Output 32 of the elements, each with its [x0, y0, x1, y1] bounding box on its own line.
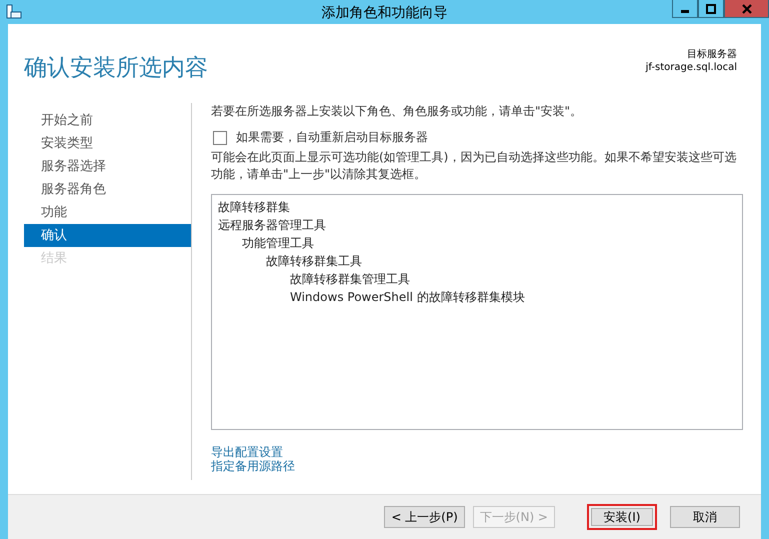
minimize-button[interactable] [672, 0, 698, 18]
link[interactable]: 导出配置设置 [211, 445, 283, 459]
restart-label: 如果需要，自动重新启动目标服务器 [236, 129, 428, 146]
server-icon [6, 4, 22, 20]
page-title: 确认安装所选内容 [24, 54, 208, 83]
window-title: 添加角色和功能向导 [320, 4, 448, 22]
feature-item: 远程服务器管理工具 [218, 217, 327, 234]
close-button[interactable] [724, 0, 769, 18]
wizard-step[interactable]: 服务器选择 [24, 155, 191, 178]
maximize-icon [706, 4, 716, 14]
target-server-name: jf-storage.sql.local [646, 61, 737, 74]
feature-item: 故障转移群集 [218, 199, 291, 216]
minimize-icon [681, 10, 689, 13]
link[interactable]: 指定备用源路径 [211, 459, 295, 473]
restart-checkbox[interactable] [213, 130, 227, 144]
wizard-step[interactable]: 开始之前 [24, 109, 191, 132]
feature-item: 故障转移群集管理工具 [289, 271, 411, 288]
wizard-button[interactable]: 安装(I) [587, 504, 657, 530]
wizard-step[interactable]: 功能 [24, 201, 191, 224]
close-icon [740, 4, 752, 14]
intro-text: 若要在所选服务器上安装以下角色、角色服务或功能，请单击"安装"。 [211, 103, 584, 120]
target-server-label: 目标服务器 [687, 48, 737, 61]
wizard-button[interactable]: < 上一步(P) [384, 506, 465, 528]
wizard-step[interactable]: 服务器角色 [24, 178, 191, 201]
maximize-button[interactable] [698, 0, 724, 18]
note-text: 可能会在此页面上显示可选功能(如管理工具)，因为已自动选择这些功能。如果不希望安装这些可选功能，请单击"上一步"以清除其复选框。 [211, 149, 738, 183]
feature-item: 故障转移群集工具 [265, 253, 363, 270]
wizard-button[interactable]: 取消 [670, 506, 740, 528]
feature-item: 功能管理工具 [241, 235, 315, 252]
wizard-step[interactable]: 安装类型 [24, 132, 191, 155]
feature-item: Windows PowerShell 的故障转移群集模块 [289, 289, 526, 306]
wizard-step[interactable]: 确认 [24, 224, 191, 247]
